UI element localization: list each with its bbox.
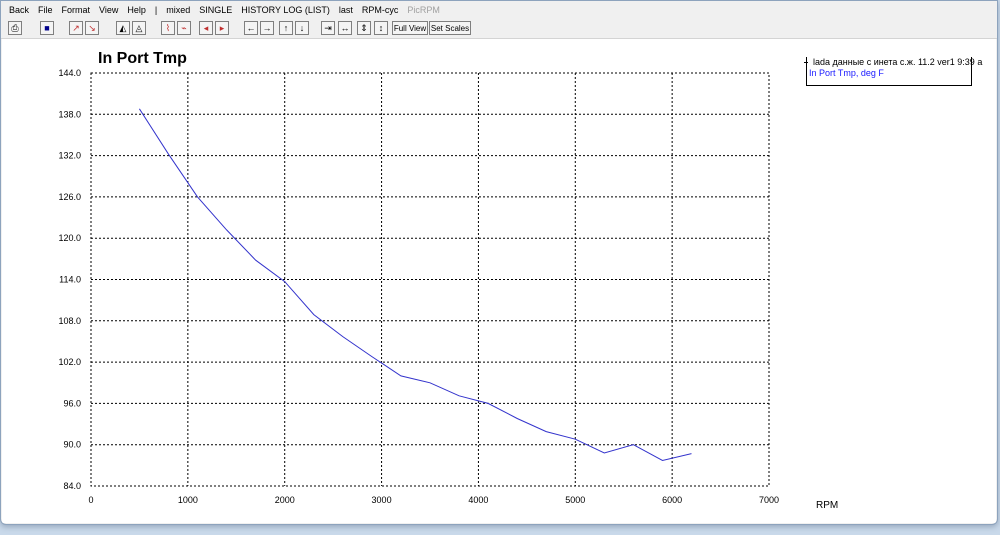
- y-tick-label: 84.0: [63, 481, 81, 491]
- y-tick-label: 108.0: [58, 316, 81, 326]
- menu-bar: Back File Format View Help | mixed SINGLE HISTOR…: [1, 1, 997, 18]
- arrow-up-icon[interactable]: ↑: [279, 21, 293, 35]
- series-line-0: [138, 108, 692, 462]
- menu-item-3[interactable]: View: [99, 5, 118, 15]
- legend-series-label[interactable]: In Port Tmp, deg F: [809, 68, 884, 78]
- arrow-down-icon[interactable]: ↓: [295, 21, 309, 35]
- save-icon[interactable]: ■: [40, 21, 54, 35]
- x-tick-label: 5000: [565, 495, 585, 505]
- menu-item-9[interactable]: last: [339, 5, 353, 15]
- legend-tick: [804, 62, 808, 63]
- y-tick-label: 114.0: [59, 275, 81, 285]
- legend-title: lada данные с инета с.ж. 11.2 ver1 9:39 …: [813, 57, 983, 67]
- y-tick-label: 102.0: [58, 357, 81, 367]
- arrow-left-icon[interactable]: ←: [244, 21, 258, 35]
- printer-icon[interactable]: ⎙: [8, 21, 22, 35]
- menu-item-6[interactable]: mixed: [166, 5, 190, 15]
- y-tick-label: 96.0: [63, 398, 81, 408]
- set-scales-button[interactable]: Set Scales: [429, 21, 471, 35]
- line-chart-red-icon[interactable]: ⌇: [161, 21, 175, 35]
- arrow-right-red-icon[interactable]: ▸: [215, 21, 229, 35]
- chart-title: In Port Tmp: [98, 50, 187, 67]
- menu-item-1[interactable]: File: [38, 5, 53, 15]
- arrow-left-red-icon[interactable]: ◂: [199, 21, 213, 35]
- app-window: Back File Format View Help | mixed SINGLE HISTOR…: [0, 0, 998, 525]
- compress-vertical-icon[interactable]: ⇕: [357, 21, 371, 35]
- expand-vertical-icon[interactable]: ↕: [374, 21, 388, 35]
- menu-item-2[interactable]: Format: [62, 5, 91, 15]
- full-view-button[interactable]: Full View: [392, 21, 428, 35]
- menu-item-11[interactable]: PicRPM: [407, 5, 440, 15]
- y-tick-label: 90.0: [63, 440, 81, 450]
- x-tick-label: 0: [88, 495, 93, 505]
- area-chart-icon[interactable]: ◭: [116, 21, 130, 35]
- legend-box: lada данные с инета с.ж. 11.2 ver1 9:39 …: [804, 57, 982, 86]
- x-tick-label: 3000: [372, 495, 392, 505]
- toolbar: ⎙ ■ ↗ ↘ ◭ ◬ ⌇ ⌁ ◂ ▸ ← → ↑ ↓ ⇥ ↔ ⇕ ↕ Full…: [1, 19, 997, 39]
- chart-svg: 0 1000 2000 3000 4000 5000 6000 7000 84.0 90.0 96.…: [58, 50, 838, 511]
- chart-up-icon[interactable]: ↗: [69, 21, 83, 35]
- expand-horizontal-icon[interactable]: ↔: [338, 21, 352, 35]
- menu-item-10[interactable]: RPM-cyc: [362, 5, 399, 15]
- plot-area: 0 1000 2000 3000 4000 5000 6000 7000 84.0 90.0 96.…: [2, 39, 996, 523]
- chart-down-icon[interactable]: ↘: [85, 21, 99, 35]
- x-tick-label: 1000: [178, 495, 198, 505]
- arrow-right-icon[interactable]: →: [260, 21, 274, 35]
- y-tick-label: 138.0: [58, 109, 81, 119]
- area-chart-2-icon[interactable]: ◬: [132, 21, 146, 35]
- y-tick-label: 144.0: [58, 68, 81, 78]
- x-tick-label: 6000: [662, 495, 682, 505]
- y-tick-label: 120.0: [58, 233, 81, 243]
- x-tick-label: 7000: [759, 495, 779, 505]
- menu-item-5[interactable]: |: [155, 5, 157, 15]
- compress-horizontal-icon[interactable]: ⇥: [321, 21, 335, 35]
- y-tick-label: 132.0: [58, 151, 81, 161]
- x-tick-label: 4000: [468, 495, 488, 505]
- x-tick-label: 2000: [275, 495, 295, 505]
- menu-item-8[interactable]: HISTORY LOG (LIST): [241, 5, 330, 15]
- y-tick-label: 126.0: [58, 192, 81, 202]
- menu-item-0[interactable]: Back: [9, 5, 29, 15]
- line-chart-icon[interactable]: ⌁: [177, 21, 191, 35]
- x-axis-label: RPM: [816, 500, 838, 511]
- menu-item-7[interactable]: SINGLE: [199, 5, 232, 15]
- menu-item-4[interactable]: Help: [127, 5, 146, 15]
